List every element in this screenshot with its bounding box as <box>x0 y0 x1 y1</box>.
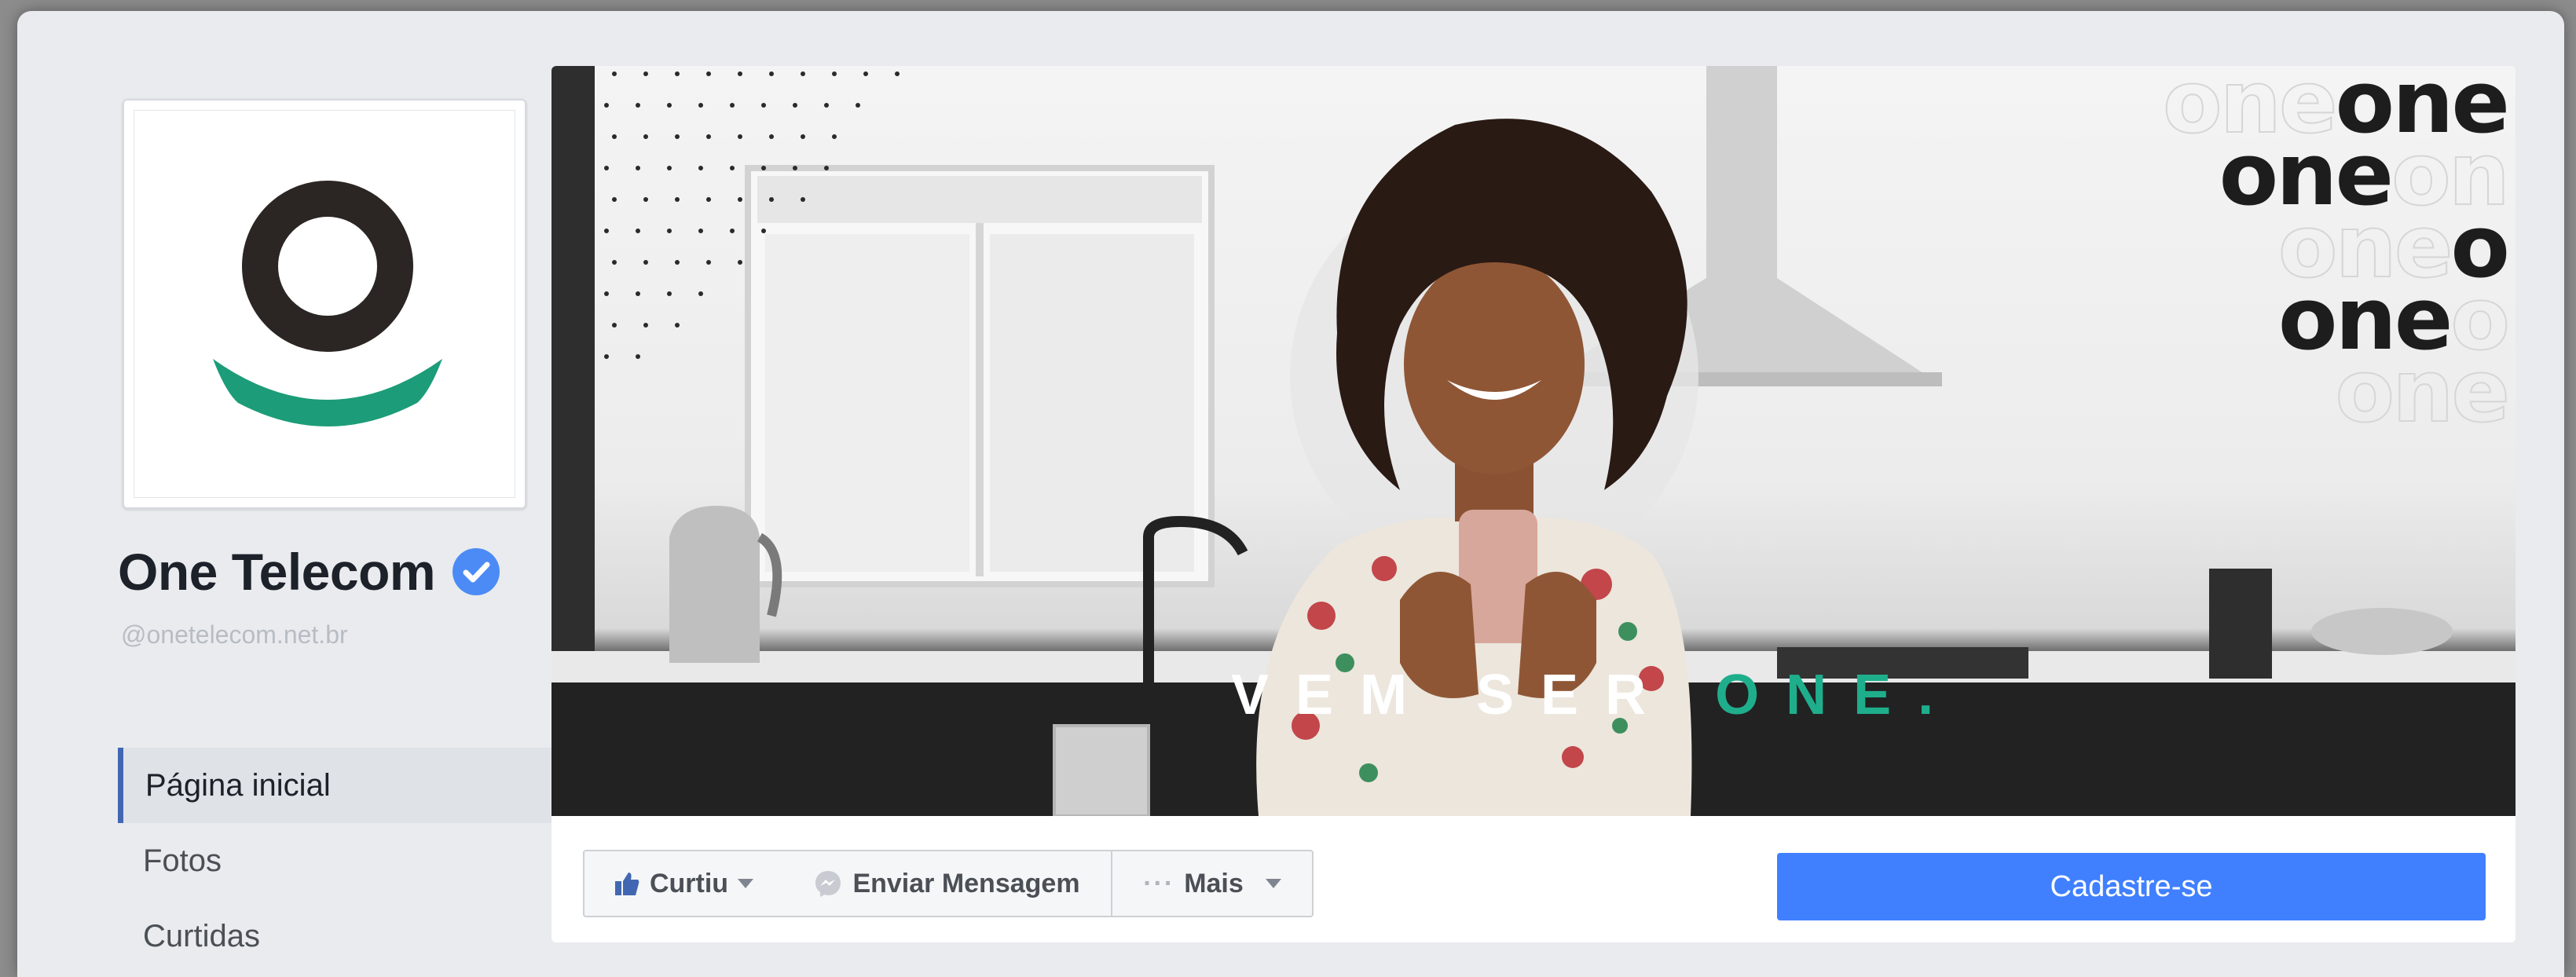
page-nav: Página inicial Fotos Curtidas <box>118 748 551 974</box>
brand-word-stack: oneone oneon oneo oneo one <box>2162 66 2511 441</box>
like-label: Curtiu <box>649 868 729 898</box>
nav-item-likes[interactable]: Curtidas <box>118 898 551 974</box>
nav-item-photos[interactable]: Fotos <box>118 823 551 898</box>
tagline-accent: ONE. <box>1715 664 1961 726</box>
like-button[interactable]: Curtiu <box>583 850 784 917</box>
messenger-icon <box>815 871 841 897</box>
page-title: One Telecom <box>118 542 500 602</box>
signup-button[interactable]: Cadastre-se <box>1777 853 2486 920</box>
page-name: One Telecom <box>118 543 436 601</box>
cover-tagline: VEM SER ONE. <box>1231 663 1960 727</box>
facebook-page-header: One Telecom @onetelecom.net.br Página in… <box>17 11 2564 977</box>
one-telecom-logo <box>134 110 515 498</box>
cover-photo[interactable]: oneone oneon oneo oneo one VEM SER ONE. <box>551 66 2516 816</box>
more-button[interactable]: ··· Mais <box>1112 850 1314 917</box>
tagline-main: VEM SER <box>1231 664 1673 726</box>
send-message-button[interactable]: Enviar Mensagem <box>782 850 1112 917</box>
profile-picture[interactable] <box>123 99 526 509</box>
chevron-down-icon <box>1265 879 1281 888</box>
send-message-label: Enviar Mensagem <box>852 868 1080 898</box>
more-label: Mais <box>1184 868 1244 898</box>
thumbs-up-icon <box>614 873 639 895</box>
ellipsis-icon: ··· <box>1143 868 1175 898</box>
nav-item-home[interactable]: Página inicial <box>118 748 551 823</box>
chevron-down-icon <box>738 879 754 888</box>
page-handle[interactable]: @onetelecom.net.br <box>121 620 348 650</box>
verified-badge-icon <box>453 548 500 595</box>
